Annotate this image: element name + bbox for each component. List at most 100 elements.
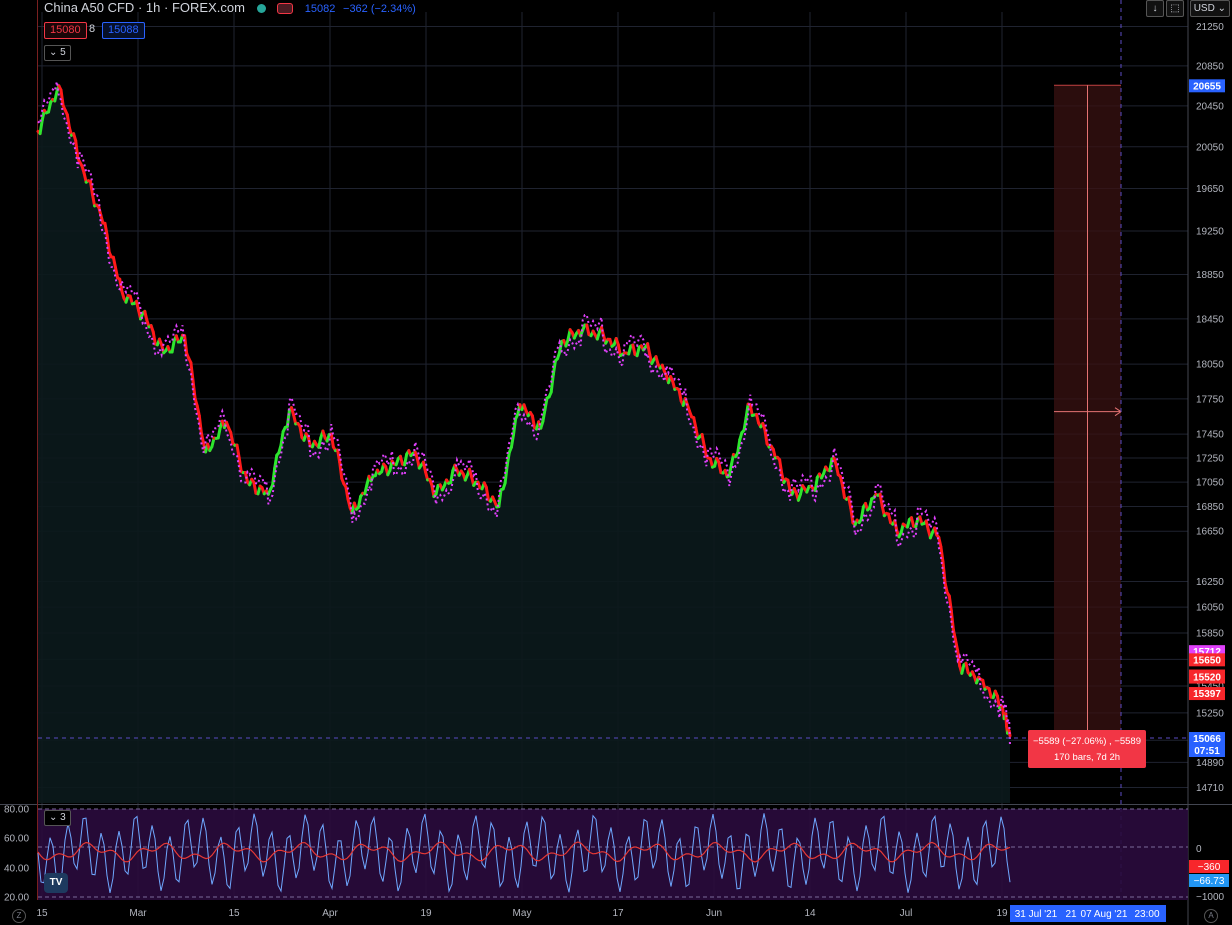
price-segment xyxy=(830,459,832,471)
market-open-icon xyxy=(257,4,266,13)
oscillator-y-tick: 20.00 xyxy=(4,893,29,904)
fullscreen-icon[interactable]: ⬚ xyxy=(1166,0,1184,17)
y-tick-label: 19650 xyxy=(1196,184,1224,195)
zoom-icon[interactable]: Z xyxy=(12,909,26,923)
y-tick-label: 17450 xyxy=(1196,430,1224,441)
spread-value: 8 xyxy=(89,23,95,35)
x-tick-label: 19 xyxy=(996,908,1008,919)
y-tick-label: 17050 xyxy=(1196,478,1224,489)
oscillator-y-tick: 40.00 xyxy=(4,864,29,875)
price-segment xyxy=(153,332,155,344)
price-segment xyxy=(648,344,650,355)
x-tick-label: Jul xyxy=(900,908,913,919)
price-change: −362 (−2.34%) xyxy=(343,3,416,15)
price-axis-label-text: 20655 xyxy=(1193,81,1221,92)
price-segment xyxy=(746,404,748,418)
bid-button[interactable]: 15080 xyxy=(44,22,87,39)
price-segment xyxy=(719,462,721,473)
oscillator-y-tick: 80.00 xyxy=(4,805,29,816)
currency-selector[interactable]: USD ⌄ xyxy=(1190,0,1230,17)
tradingview-logo: TV xyxy=(44,873,68,893)
price-segment xyxy=(729,465,731,476)
price-segment xyxy=(956,640,958,651)
x-tick-label: 19 xyxy=(420,908,432,919)
price-segment xyxy=(231,432,233,443)
price-segment xyxy=(486,487,488,499)
price-segment xyxy=(788,480,790,490)
indicators-toggle[interactable]: ⌄ 5 xyxy=(44,45,71,61)
chevron-down-icon: ⌄ xyxy=(49,812,60,823)
y-tick-label: 17750 xyxy=(1196,394,1224,405)
y-tick-label: 16650 xyxy=(1196,527,1224,538)
price-segment xyxy=(694,418,696,428)
price-segment xyxy=(338,450,340,462)
price-segment xyxy=(849,497,851,508)
chart-canvas[interactable]: 2125020850204502005019650192501885018450… xyxy=(0,0,1232,925)
price-segment xyxy=(765,430,767,444)
y-tick-label: 15250 xyxy=(1196,708,1224,719)
scroll-down-icon[interactable]: ↓ xyxy=(1146,0,1164,17)
chevron-down-icon: ⌄ xyxy=(49,47,60,58)
price-segment xyxy=(815,477,817,490)
price-segment xyxy=(704,446,706,457)
x-axis-highlight-label: 07 Aug '21 xyxy=(1081,909,1128,920)
price-segment xyxy=(543,410,545,421)
y-tick-label: 20850 xyxy=(1196,61,1224,72)
price-axis-label-text: 15066 xyxy=(1193,734,1221,745)
oscillator-indicators-toggle[interactable]: ⌄ 3 xyxy=(44,810,71,826)
price-segment xyxy=(67,115,69,128)
x-tick-label: May xyxy=(513,908,532,919)
price-axis-label-text: 15650 xyxy=(1193,655,1221,666)
y-tick-label: 18450 xyxy=(1196,314,1224,325)
price-segment xyxy=(958,650,960,666)
price-segment xyxy=(239,457,241,471)
y-tick-label: 16250 xyxy=(1196,577,1224,588)
price-segment xyxy=(949,596,951,611)
price-segment xyxy=(738,440,740,453)
x-tick-label: Mar xyxy=(129,908,147,919)
symbol-name[interactable]: China A50 CFD xyxy=(44,0,134,15)
price-segment xyxy=(514,419,516,435)
extended-hours-icon xyxy=(277,3,293,14)
ask-button[interactable]: 15088 xyxy=(102,22,145,39)
price-segment xyxy=(40,120,42,133)
y-tick-label: 16050 xyxy=(1196,603,1224,614)
y-tick-label: 19250 xyxy=(1196,227,1224,238)
price-segment xyxy=(76,141,78,158)
price-segment xyxy=(842,485,844,498)
price-segment xyxy=(300,426,302,437)
x-tick-label: Apr xyxy=(322,908,338,919)
indicators-count: 5 xyxy=(60,47,66,58)
y-tick-label: 21250 xyxy=(1196,22,1224,33)
x-tick-label: 15 xyxy=(36,908,48,919)
auto-scale-icon[interactable]: A xyxy=(1204,909,1218,923)
price-axis-label-text: 15397 xyxy=(1193,689,1221,700)
price-segment xyxy=(679,390,681,401)
price-segment xyxy=(511,435,513,448)
interval-separator: · xyxy=(138,0,146,15)
price-segment xyxy=(116,268,118,278)
price-segment xyxy=(331,434,333,447)
oscillator-right-tick: 0 xyxy=(1196,844,1202,855)
x-axis-highlight-label: 21 xyxy=(1065,909,1077,920)
price-segment xyxy=(953,630,955,640)
price-segment xyxy=(93,195,95,206)
price-segment xyxy=(941,547,943,562)
x-tick-label: Jun xyxy=(706,908,722,919)
price-segment xyxy=(836,465,838,475)
price-axis-label-text: 07:51 xyxy=(1194,746,1220,757)
currency-label: USD xyxy=(1194,3,1215,14)
price-segment xyxy=(113,257,115,267)
price-segment xyxy=(90,181,92,194)
interval-label[interactable]: 1h xyxy=(146,0,160,15)
chart-header: China A50 CFD · 1h · FOREX.com 15082 −36… xyxy=(44,0,416,16)
price-segment xyxy=(172,341,174,353)
price-segment xyxy=(702,435,704,446)
y-tick-label: 18050 xyxy=(1196,360,1224,371)
measure-label-line1: −5589 (−27.06%) , −5589 xyxy=(1033,736,1141,747)
source-separator: · xyxy=(164,0,172,15)
price-segment xyxy=(191,363,193,381)
y-tick-label: 15850 xyxy=(1196,629,1224,640)
y-tick-label: 16850 xyxy=(1196,502,1224,513)
oscillator-indicators-count: 3 xyxy=(60,812,66,823)
